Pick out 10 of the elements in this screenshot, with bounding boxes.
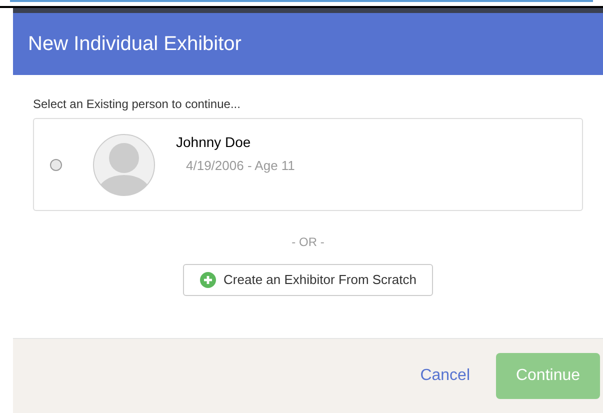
person-details: 4/19/2006 - Age 11 [186, 156, 296, 175]
plus-circle-icon [200, 272, 216, 288]
cancel-link[interactable]: Cancel [420, 364, 470, 388]
prompt-text: Select an Existing person to continue... [33, 97, 242, 112]
or-separator: - OR - [292, 234, 324, 251]
create-exhibitor-button[interactable]: Create an Exhibitor From Scratch [182, 264, 434, 296]
person-card[interactable]: Johnny Doe 4/19/2006 - Age 11 [33, 118, 583, 211]
avatar-icon [93, 134, 155, 196]
dialog-title: New Individual Exhibitor [28, 32, 242, 57]
radio-button[interactable] [50, 158, 62, 170]
